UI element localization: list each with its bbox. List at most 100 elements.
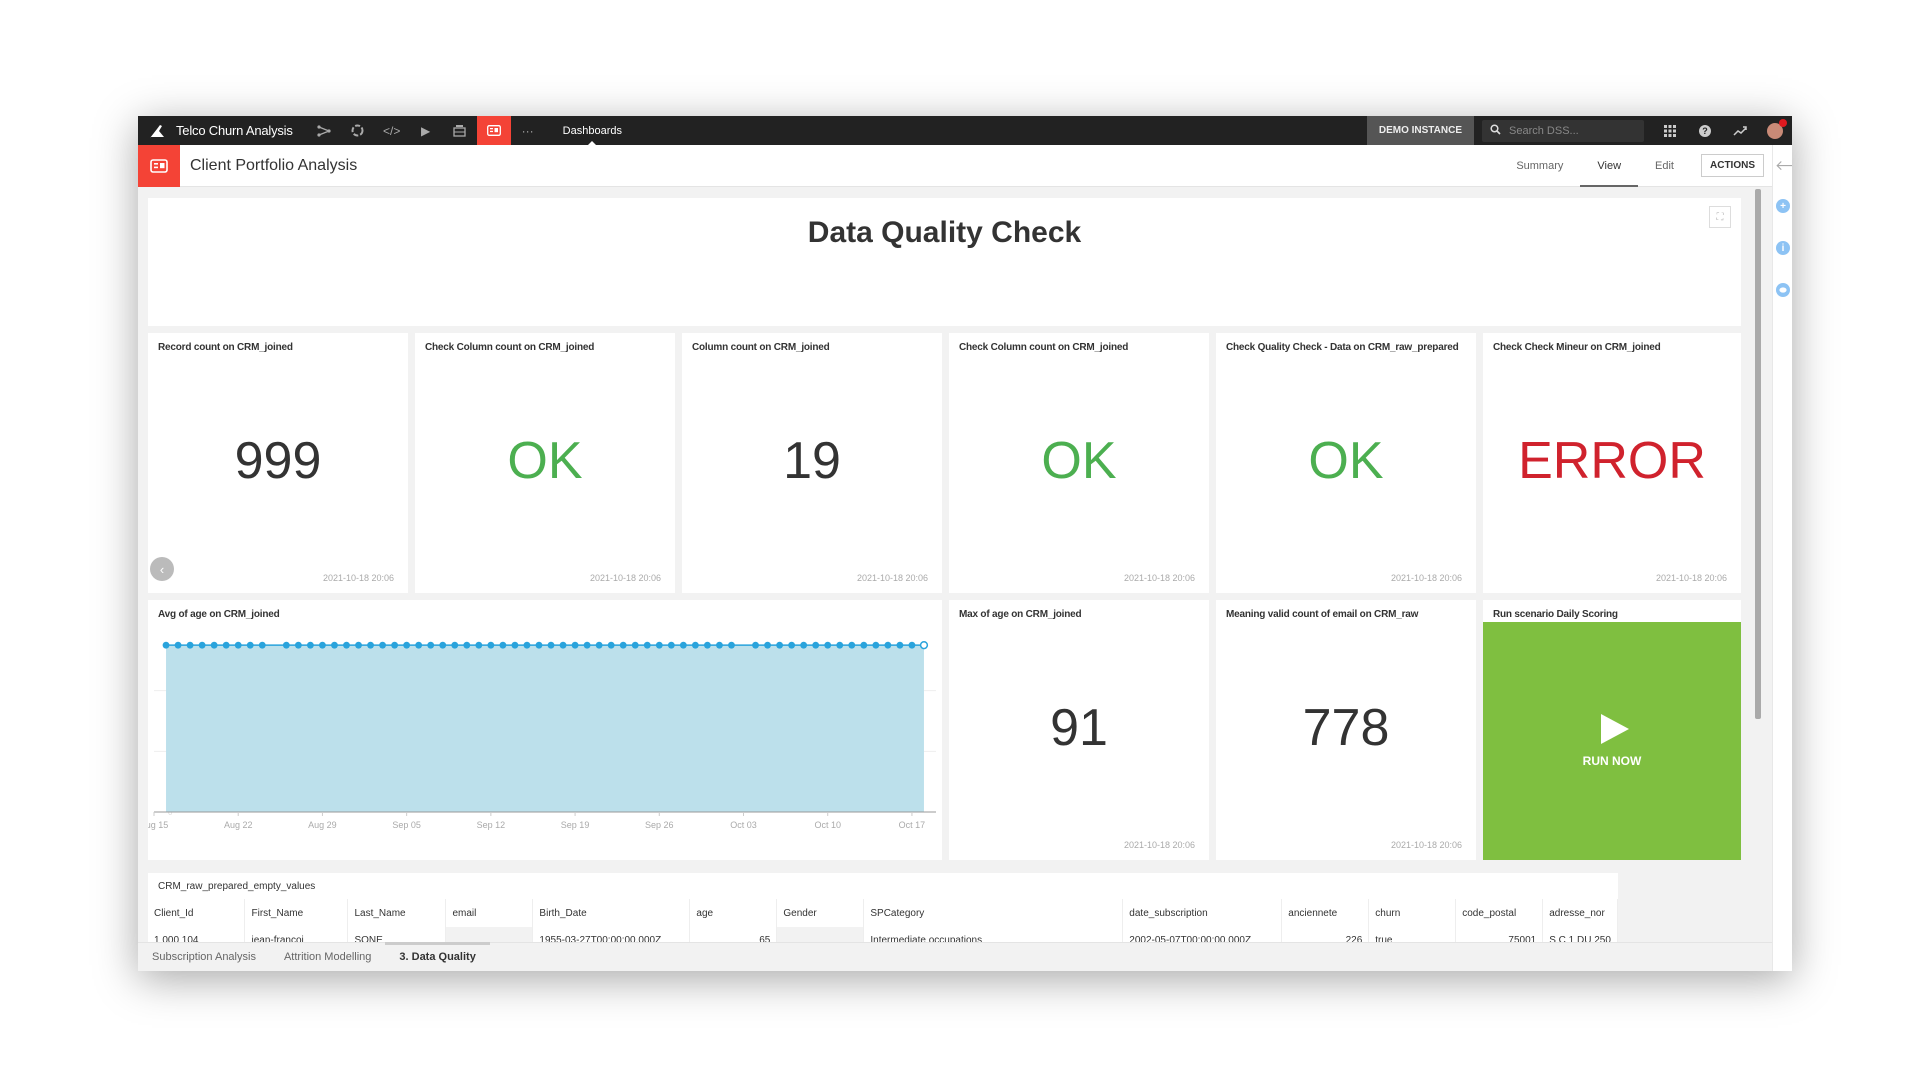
data-point: [415, 641, 423, 649]
column-header[interactable]: churn: [1368, 899, 1457, 927]
dataiku-logo-icon[interactable]: [142, 116, 172, 145]
data-point: [607, 641, 615, 649]
column-header[interactable]: date_subscription: [1122, 899, 1283, 927]
data-point: [800, 641, 808, 649]
data-point: [571, 641, 579, 649]
apps-grid-icon[interactable]: [1652, 116, 1687, 145]
tab-edit[interactable]: Edit: [1638, 145, 1691, 187]
info-icon[interactable]: i: [1776, 241, 1790, 255]
notification-dot: [1778, 118, 1787, 127]
data-point: [499, 641, 507, 649]
column-header[interactable]: First_Name: [244, 899, 349, 927]
tab-summary[interactable]: Summary: [1499, 145, 1580, 187]
trend-icon[interactable]: [1722, 116, 1757, 145]
data-point: [643, 641, 651, 649]
metric-tile[interactable]: Record count on CRM_joined 999 2021-10-1…: [148, 333, 408, 593]
tile-timestamp: 2021-10-18 20:06: [322, 573, 394, 583]
metric-tile[interactable]: Check Check Mineur on CRM_joined ERROR 2…: [1483, 333, 1741, 593]
search-icon: [1490, 123, 1501, 138]
metric-value: 778: [1302, 699, 1390, 757]
column-header[interactable]: SPCategory: [863, 899, 1124, 927]
tile-title: Check Column count on CRM_joined: [425, 342, 595, 353]
data-point: [655, 641, 663, 649]
search-input[interactable]: Search DSS...: [1482, 119, 1644, 142]
play-icon: [1601, 714, 1629, 744]
column-header[interactable]: anciennete: [1281, 899, 1370, 927]
actions-button[interactable]: ACTIONS: [1701, 154, 1764, 177]
discussion-icon[interactable]: [1776, 283, 1790, 297]
add-icon[interactable]: +: [1776, 199, 1790, 213]
column-header[interactable]: email: [445, 899, 534, 927]
area-fill: [166, 645, 924, 812]
data-point: [667, 641, 675, 649]
data-point: [691, 641, 699, 649]
chart-tile[interactable]: Avg of age on CRM_joined 02040Aug 15Aug …: [148, 600, 942, 860]
previous-button[interactable]: ‹: [150, 557, 174, 581]
data-point: [439, 641, 447, 649]
tile-timestamp: 2021-10-18 20:06: [1655, 573, 1727, 583]
check-status: OK: [1308, 432, 1384, 490]
code-icon[interactable]: </>: [375, 116, 409, 145]
fullscreen-icon[interactable]: ⛶: [1709, 206, 1731, 228]
dashboard-icon[interactable]: [476, 116, 511, 145]
recycle-icon[interactable]: [341, 116, 375, 145]
tab-view[interactable]: View: [1580, 145, 1638, 187]
avg-age-chart[interactable]: 02040Aug 15Aug 22Aug 29Sep 05Sep 12Sep 1…: [148, 620, 942, 860]
data-point: [631, 641, 639, 649]
page-tab-attrition-modelling[interactable]: Attrition Modelling: [270, 943, 385, 972]
data-point: [896, 641, 904, 649]
metric-tile[interactable]: Max of age on CRM_joined 91 2021-10-18 2…: [949, 600, 1209, 860]
dashboard-title[interactable]: Client Portfolio Analysis: [190, 157, 357, 175]
data-point: [547, 641, 555, 649]
metric-tile[interactable]: Check Quality Check - Data on CRM_raw_pr…: [1216, 333, 1476, 593]
help-icon[interactable]: ?: [1687, 116, 1722, 145]
nav-dashboards[interactable]: Dashboards: [563, 116, 622, 145]
app-window: Telco Churn Analysis </> ▶ ··· Dashboard…: [138, 116, 1792, 971]
data-point: [872, 641, 880, 649]
project-title[interactable]: Telco Churn Analysis: [176, 123, 293, 138]
back-arrow-icon[interactable]: 🡐: [1775, 157, 1792, 174]
more-icon[interactable]: ···: [511, 116, 545, 145]
column-header[interactable]: adresse_nor: [1542, 899, 1618, 927]
svg-text:?: ?: [1702, 126, 1708, 136]
data-point: [836, 641, 844, 649]
data-point: [222, 641, 230, 649]
column-header[interactable]: Last_Name: [347, 899, 447, 927]
column-header[interactable]: Birth_Date: [532, 899, 691, 927]
play-icon[interactable]: ▶: [409, 116, 443, 145]
x-tick-label: Sep 05: [392, 820, 421, 830]
data-point: [716, 641, 723, 649]
column-header[interactable]: Gender: [776, 899, 865, 927]
data-point: [619, 641, 627, 649]
flow-icon[interactable]: [307, 116, 341, 145]
data-point: [704, 641, 711, 649]
data-point: [282, 641, 290, 649]
vertical-scrollbar[interactable]: [1755, 189, 1761, 719]
page-tab-subscription-analysis[interactable]: Subscription Analysis: [138, 943, 270, 972]
metric-tile[interactable]: Check Column count on CRM_joined OK 2021…: [949, 333, 1209, 593]
header-tile: Data Quality Check ⛶: [148, 198, 1741, 326]
tile-title: Check Column count on CRM_joined: [959, 342, 1129, 353]
data-point: [728, 641, 735, 649]
dashboard-object-icon: [138, 144, 180, 187]
data-point: [475, 641, 483, 649]
tile-timestamp: 2021-10-18 20:06: [856, 573, 928, 583]
column-header[interactable]: code_postal: [1455, 899, 1544, 927]
data-point: [307, 641, 314, 649]
data-point: [210, 641, 218, 649]
metric-value: 999: [234, 432, 322, 490]
chart-title: Avg of age on CRM_joined: [158, 609, 280, 620]
metric-tile[interactable]: Column count on CRM_joined 19 2021-10-18…: [682, 333, 942, 593]
avatar[interactable]: [1766, 118, 1787, 139]
user-avatar[interactable]: [1757, 116, 1792, 145]
run-now-button[interactable]: RUN NOW: [1483, 622, 1741, 860]
data-point: [559, 641, 567, 649]
column-header[interactable]: Client_Id: [148, 899, 246, 927]
metric-tile[interactable]: Check Column count on CRM_joined OK 2021…: [415, 333, 675, 593]
stack-icon[interactable]: [443, 116, 477, 145]
data-point: [246, 641, 254, 649]
dashboard-page-tabs: Subscription Analysis Attrition Modellin…: [138, 941, 1772, 972]
column-header[interactable]: age: [689, 899, 778, 927]
page-tab-data-quality[interactable]: 3. Data Quality: [385, 941, 491, 972]
metric-tile[interactable]: Meaning valid count of email on CRM_raw …: [1216, 600, 1476, 860]
